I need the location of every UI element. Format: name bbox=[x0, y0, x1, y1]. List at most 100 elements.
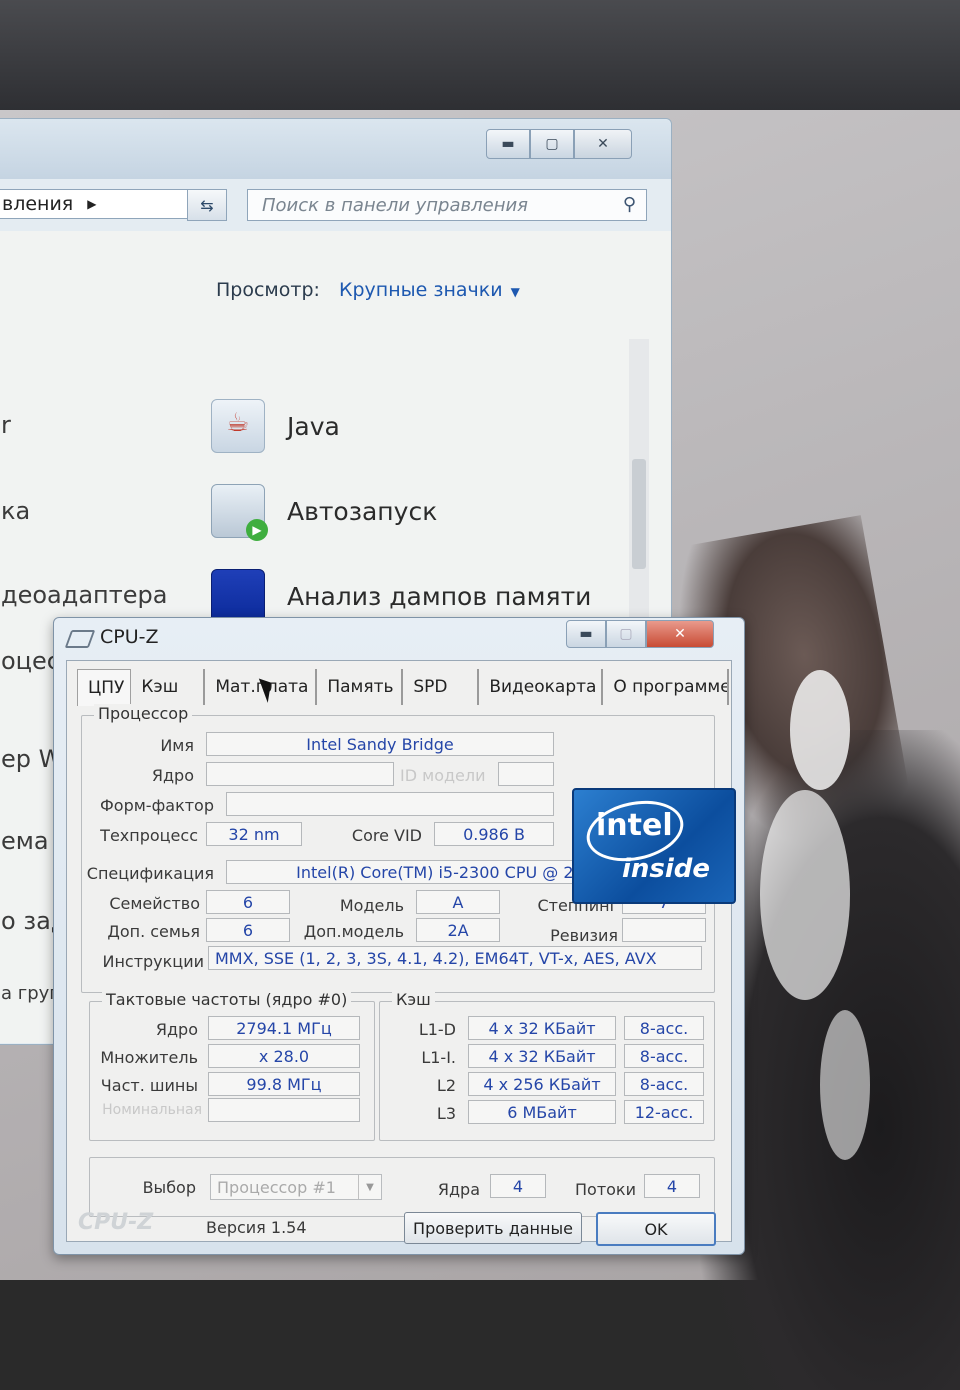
control-item-autoplay[interactable]: ▶ Автозапуск bbox=[211, 484, 437, 541]
tab-graphics[interactable]: Видеокарта bbox=[479, 669, 604, 705]
monitor-bezel bbox=[0, 0, 960, 110]
revision-label: Ревизия bbox=[550, 926, 618, 945]
tab-spd[interactable]: SPD bbox=[403, 669, 480, 705]
bus-speed-value: 99.8 МГц bbox=[208, 1072, 360, 1096]
chevron-down-icon: ▼ bbox=[510, 285, 520, 299]
memory-dump-icon bbox=[211, 569, 265, 623]
threads-label: Потоки bbox=[575, 1180, 636, 1199]
cores-value: 4 bbox=[490, 1174, 546, 1198]
processor-group-title: Процессор bbox=[94, 704, 193, 723]
core-speed-value: 2794.1 МГц bbox=[208, 1016, 360, 1040]
threads-value: 4 bbox=[644, 1174, 700, 1198]
java-icon: ☕ bbox=[211, 399, 265, 453]
cache-size-value: 4 x 32 КБайт bbox=[468, 1016, 616, 1040]
minimize-button[interactable]: ▬ bbox=[566, 620, 606, 648]
multiplier-value: x 28.0 bbox=[208, 1044, 360, 1068]
tab-bar: ЦПУ Кэш Мат.плата Память SPD Видеокарта … bbox=[67, 669, 730, 706]
instructions-label: Инструкции bbox=[102, 952, 204, 971]
form-factor-label: Форм-фактор bbox=[100, 796, 214, 815]
cores-label: Ядра bbox=[437, 1180, 480, 1199]
cache-level-label: L3 bbox=[436, 1104, 456, 1123]
control-panel-titlebar: ▬ ▢ ✕ bbox=[0, 119, 671, 179]
cache-assoc-value: 12-асс. bbox=[624, 1100, 704, 1124]
minimize-button[interactable]: ▬ bbox=[486, 129, 530, 159]
cache-group-title: Кэш bbox=[392, 990, 435, 1009]
cpuz-window: CPU-Z ▬ ▢ ✕ ЦПУ Кэш Мат.плата Память SPD… bbox=[53, 617, 745, 1255]
cpuz-logo-icon bbox=[64, 630, 96, 648]
cache-size-value: 4 x 256 КБайт bbox=[468, 1072, 616, 1096]
bus-speed-label: Част. шины bbox=[100, 1076, 198, 1095]
cache-size-value: 6 МБайт bbox=[468, 1100, 616, 1124]
cpuz-content: ЦПУ Кэш Мат.плата Память SPD Видеокарта … bbox=[66, 660, 736, 1242]
ext-model-label: Доп.модель bbox=[303, 922, 404, 941]
cpuz-titlebar[interactable]: CPU-Z ▬ ▢ ✕ bbox=[54, 618, 744, 658]
instructions-value: MMX, SSE (1, 2, 3, 3S, 4.1, 4.2), EM64T,… bbox=[208, 946, 702, 970]
cache-group: Кэш L1-D 4 x 32 КБайт 8-асс. L1-I. 4 x 3… bbox=[379, 990, 715, 1141]
revision-value bbox=[622, 918, 706, 942]
selection-label: Выбор bbox=[142, 1178, 196, 1197]
cpuz-title: CPU-Z bbox=[100, 626, 159, 648]
search-icon[interactable]: ⚲ bbox=[623, 194, 636, 215]
name-value: Intel Sandy Bridge bbox=[206, 732, 554, 756]
view-label: Просмотр: bbox=[216, 279, 320, 301]
view-mode-dropdown[interactable]: Крупные значки ▼ bbox=[339, 279, 520, 301]
maximize-button[interactable]: ▢ bbox=[606, 620, 646, 648]
model-value: A bbox=[416, 890, 500, 914]
refresh-button[interactable]: ⇆ bbox=[187, 189, 227, 221]
core-label: Ядро bbox=[151, 766, 194, 785]
address-text: вления bbox=[2, 193, 74, 215]
model-label: Модель bbox=[339, 896, 404, 915]
cache-level-label: L1-D bbox=[418, 1020, 456, 1039]
control-item-fragment[interactable]: ема bbox=[1, 827, 49, 855]
tab-cpu[interactable]: ЦПУ bbox=[77, 669, 132, 706]
processor-group: Процессор Имя Intel Sandy Bridge Ядро ID… bbox=[81, 704, 736, 993]
processor-select[interactable]: Процессор #1 ▼ bbox=[210, 1174, 382, 1200]
scrollbar-thumb[interactable] bbox=[632, 459, 646, 569]
control-item-java[interactable]: ☕ Java bbox=[211, 399, 340, 453]
core-speed-label: Ядро bbox=[155, 1020, 198, 1039]
close-button[interactable]: ✕ bbox=[574, 129, 632, 159]
search-placeholder: Поиск в панели управления bbox=[262, 194, 528, 216]
maximize-button[interactable]: ▢ bbox=[530, 129, 574, 159]
tab-cache[interactable]: Кэш bbox=[131, 669, 206, 705]
cache-level-label: L1-I. bbox=[421, 1048, 456, 1067]
clocks-group: Тактовые частоты (ядро #0) Ядро 2794.1 М… bbox=[89, 990, 375, 1141]
intel-inside-logo: intel inside bbox=[572, 788, 736, 904]
close-button[interactable]: ✕ bbox=[646, 620, 714, 648]
cache-level-label: L2 bbox=[436, 1076, 456, 1095]
validate-button[interactable]: Проверить данные bbox=[404, 1212, 582, 1244]
control-item-fragment[interactable]: ка bbox=[1, 497, 30, 525]
core-vid-value: 0.986 В bbox=[434, 822, 554, 846]
family-label: Семейство bbox=[109, 894, 200, 913]
multiplier-label: Множитель bbox=[100, 1048, 198, 1067]
cache-assoc-value: 8-асс. bbox=[624, 1072, 704, 1096]
chevron-down-icon[interactable]: ▼ bbox=[358, 1175, 381, 1199]
family-value: 6 bbox=[206, 890, 290, 914]
control-item-fragment[interactable]: деоадаптера bbox=[1, 581, 167, 609]
tab-about[interactable]: О программе bbox=[603, 669, 730, 705]
tab-memory[interactable]: Память bbox=[317, 669, 404, 705]
cache-assoc-value: 8-асс. bbox=[624, 1016, 704, 1040]
cache-assoc-value: 8-асс. bbox=[624, 1044, 704, 1068]
clocks-group-title: Тактовые частоты (ядро #0) bbox=[102, 990, 352, 1009]
ok-button[interactable]: OK bbox=[596, 1212, 716, 1246]
breadcrumb-arrow-icon: ▶ bbox=[87, 197, 97, 211]
ext-family-label: Доп. семья bbox=[107, 922, 200, 941]
control-item-fragment[interactable]: оцес bbox=[1, 647, 60, 675]
specification-label: Спецификация bbox=[86, 864, 214, 883]
version-label: Версия 1.54 bbox=[206, 1218, 307, 1237]
rated-fsb-value bbox=[208, 1098, 360, 1122]
ext-family-value: 6 bbox=[206, 918, 290, 942]
core-value bbox=[206, 762, 394, 786]
cpuz-brand-watermark: CPU-Z bbox=[78, 1210, 154, 1235]
technology-value: 32 nm bbox=[206, 822, 302, 846]
cache-size-value: 4 x 32 КБайт bbox=[468, 1044, 616, 1068]
form-factor-value bbox=[226, 792, 554, 816]
model-id-value bbox=[498, 762, 554, 786]
control-item-fragment[interactable]: r bbox=[1, 411, 11, 439]
search-input[interactable]: Поиск в панели управления ⚲ bbox=[247, 189, 647, 221]
technology-label: Техпроцесс bbox=[100, 826, 198, 845]
rated-fsb-label: Номинальная bbox=[102, 1102, 202, 1118]
control-item-memory-dump[interactable]: Анализ дампов памяти bbox=[211, 569, 591, 623]
model-id-label: ID модели bbox=[400, 766, 486, 785]
